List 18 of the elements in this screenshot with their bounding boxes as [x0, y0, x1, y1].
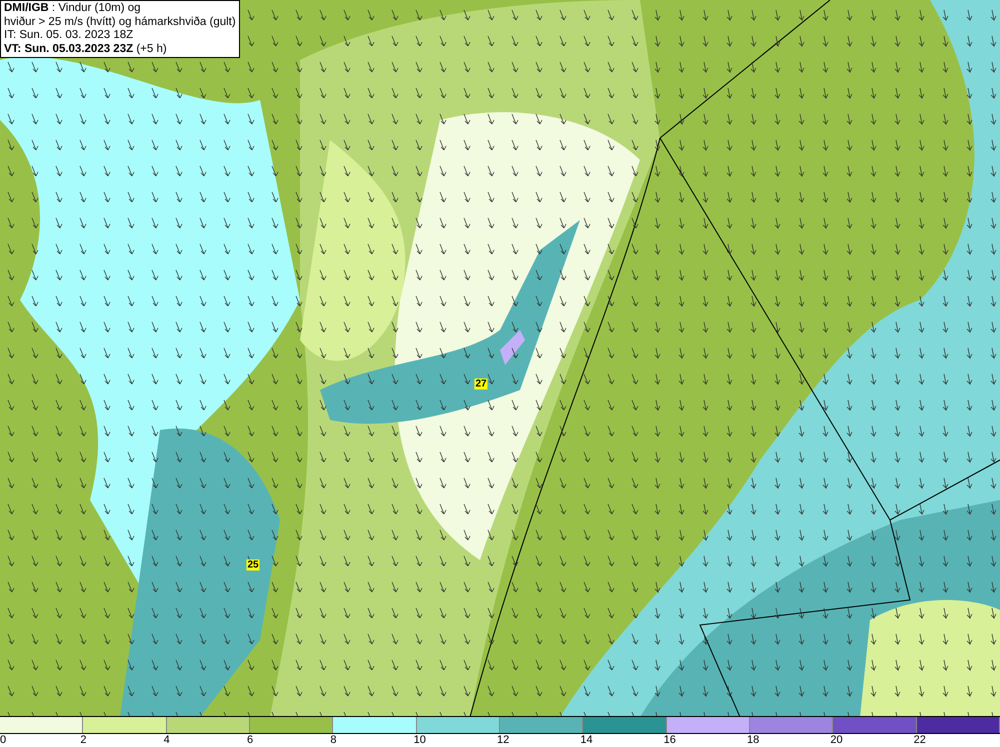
- legend-tick-label: 10: [414, 734, 426, 747]
- info-text: DMI/IGB : Vindur (10m) og: [4, 2, 142, 16]
- legend-tick-label: 18: [747, 734, 760, 747]
- legend-tick-label: 0: [0, 734, 6, 747]
- legend-tick-label: 2: [80, 734, 86, 747]
- legend-tick-label: 12: [497, 734, 510, 747]
- legend-tick-label: 22: [914, 734, 926, 747]
- legend-tick-label: 14: [580, 734, 593, 747]
- info-text: hviður > 25 m/s (hvítt) og hámarkshviða (gult): [4, 16, 236, 29]
- max-gust-label: 27: [474, 378, 488, 390]
- legend-tick-label: 20: [830, 734, 843, 747]
- max-gust-label: 25: [246, 560, 260, 570]
- info-text: VT: Sun. 05.03.2023 23Z (+5 h): [4, 42, 168, 56]
- info-text: IT: Sun. 05. 03. 2023 18Z: [4, 29, 134, 42]
- legend-tick-label: 4: [164, 734, 170, 747]
- legend-tick-label: 16: [664, 734, 676, 747]
- legend-tick-label: 6: [247, 734, 254, 747]
- legend-tick-label: 8: [330, 734, 336, 747]
